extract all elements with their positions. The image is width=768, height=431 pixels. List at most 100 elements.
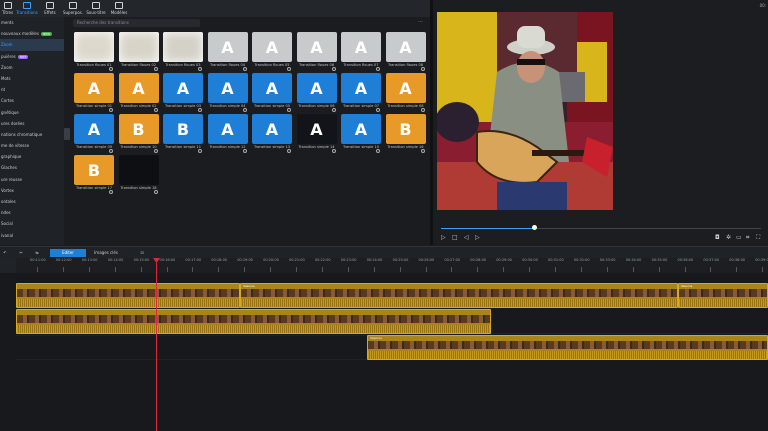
category-item[interactable]: Glaches [0,162,64,173]
crop-icon[interactable]: ⌗ [746,234,749,242]
download-icon[interactable] [109,149,113,153]
download-icon[interactable] [242,67,247,71]
category-item[interactable]: graphique [0,151,64,162]
transition-tile[interactable]: Transition floues 03 [163,32,203,72]
download-icon[interactable] [153,149,158,153]
edit-clip-icon[interactable]: ⊡ [139,249,145,257]
fullscreen-icon[interactable]: ⛶ [756,234,760,242]
download-icon[interactable] [198,149,202,153]
toolbar-tab[interactable]: Sous-titre [85,0,107,17]
download-icon[interactable] [153,108,158,112]
transition-tile[interactable]: A Transition simple 05 [252,73,292,113]
download-icon[interactable] [153,190,158,194]
video-clip[interactable] [16,283,241,308]
next-frame-icon[interactable]: ▷ [475,234,480,241]
download-icon[interactable] [420,67,425,71]
toolbar-tab[interactable]: Modèles [108,0,130,17]
toolbar-tab[interactable]: Effets [39,0,61,17]
category-item[interactable]: ndes [0,207,64,218]
category-item[interactable]: ments [0,17,64,28]
transition-tile[interactable]: A Transition simple 01 [74,73,114,113]
category-item[interactable]: ures dorées [0,118,64,129]
transition-tile[interactable]: A Transition simple 04 [207,73,248,113]
transition-tile[interactable]: B Transition simple 17 [74,155,114,195]
undo-icon[interactable]: ↶ [2,249,8,257]
category-item[interactable]: nt [0,84,64,95]
stop-icon[interactable]: □ [452,234,458,241]
category-item[interactable]: Zoom [0,62,64,73]
toolbar-tab[interactable]: Superpos. [62,0,84,17]
download-icon[interactable] [331,149,336,153]
category-item[interactable]: ure reusse [0,174,64,185]
timeline-tab[interactable]: Editer [50,249,86,257]
play-icon[interactable]: ▷ [441,234,446,241]
download-icon[interactable] [153,67,158,71]
video-clip[interactable]: Vasoros [367,335,768,360]
scrub-knob[interactable] [531,225,537,230]
split-icon[interactable]: ✂ [18,249,24,257]
category-item[interactable]: gnétique [0,107,64,118]
transition-tile[interactable]: A Transition simple 06 [296,73,337,113]
download-icon[interactable] [331,67,336,71]
progress-bar[interactable] [441,228,761,229]
download-icon[interactable] [198,108,202,112]
transition-tile[interactable]: A Transition floues 06 [296,32,337,72]
download-icon[interactable] [376,108,380,112]
download-icon[interactable] [242,108,247,112]
toolbar-tab[interactable]: Titres [0,0,15,17]
category-item[interactable]: Vortex [0,185,64,196]
download-icon[interactable] [287,67,291,71]
transition-tile[interactable]: A Transition simple 08 [385,73,426,113]
transition-tile[interactable]: A Transition simple 15 [341,114,381,154]
transition-tile[interactable]: Transition simple 18 [118,155,159,195]
ripple-icon[interactable]: ⇆ [34,249,40,257]
transition-tile[interactable]: A Transition simple 14 [296,114,337,154]
download-icon[interactable] [420,108,425,112]
time-ruler[interactable]: 00:11:00 00:12:00 00:13:00 00:14:00 00:15:00… [16,258,768,273]
ellipsis-icon[interactable]: ⋯ [418,19,423,25]
transition-tile[interactable]: A Transition floues 05 [252,32,292,72]
download-icon[interactable] [198,67,202,71]
download-icon[interactable] [109,67,113,71]
category-item[interactable]: puières HOT [0,51,64,62]
category-item[interactable]: nouveaux modèles NEW [0,28,64,39]
search-input[interactable]: Recherche des transitions [73,19,200,27]
download-icon[interactable] [376,149,380,153]
transition-tile[interactable]: Transition floues 02 [118,32,159,72]
category-item[interactable]: ontales [0,196,64,207]
transition-tile[interactable]: A Transition simple 09 [74,114,114,154]
video-clip[interactable] [16,309,492,334]
download-icon[interactable] [287,108,291,112]
playhead[interactable] [156,259,157,431]
quality-icon[interactable]: ▭ [736,234,742,241]
category-item[interactable]: Social [0,218,64,229]
category-item[interactable]: Cortes [0,95,64,106]
transition-tile[interactable]: A Transition simple 13 [252,114,292,154]
settings-icon[interactable]: ✲ [726,234,731,241]
category-item[interactable]: nations chromatique [0,129,64,140]
download-icon[interactable] [287,149,291,153]
download-icon[interactable] [331,108,336,112]
download-icon[interactable] [109,108,113,112]
video-clip[interactable]: Vasoros [240,283,678,308]
transition-tile[interactable]: A Transition simple 07 [341,73,381,113]
category-item[interactable]: Mots [0,73,64,84]
download-icon[interactable] [420,149,425,153]
category-item[interactable]: me de vitesse [0,140,64,151]
timeline-tab[interactable]: Images clés [88,249,124,257]
transition-tile[interactable]: A Transition simple 02 [118,73,159,113]
transition-tile[interactable]: A Transition floues 08 [385,32,426,72]
transition-tile[interactable]: A Transition floues 07 [341,32,381,72]
transition-tile[interactable]: B Transition simple 10 [118,114,159,154]
transition-tile[interactable]: Transition floues 01 [74,32,114,72]
transition-tile[interactable]: A Transition simple 03 [163,73,203,113]
preview-video[interactable] [437,12,613,210]
transition-tile[interactable]: A Transition floues 04 [207,32,248,72]
transition-tile[interactable]: B Transition simple 11 [163,114,203,154]
snapshot-icon[interactable]: ◘ [715,234,720,241]
transition-tile[interactable]: A Transition simple 12 [207,114,248,154]
category-item[interactable]: ivanal [0,230,64,241]
download-icon[interactable] [109,190,113,194]
category-item[interactable]: Zoom [0,39,64,51]
download-icon[interactable] [376,67,380,71]
